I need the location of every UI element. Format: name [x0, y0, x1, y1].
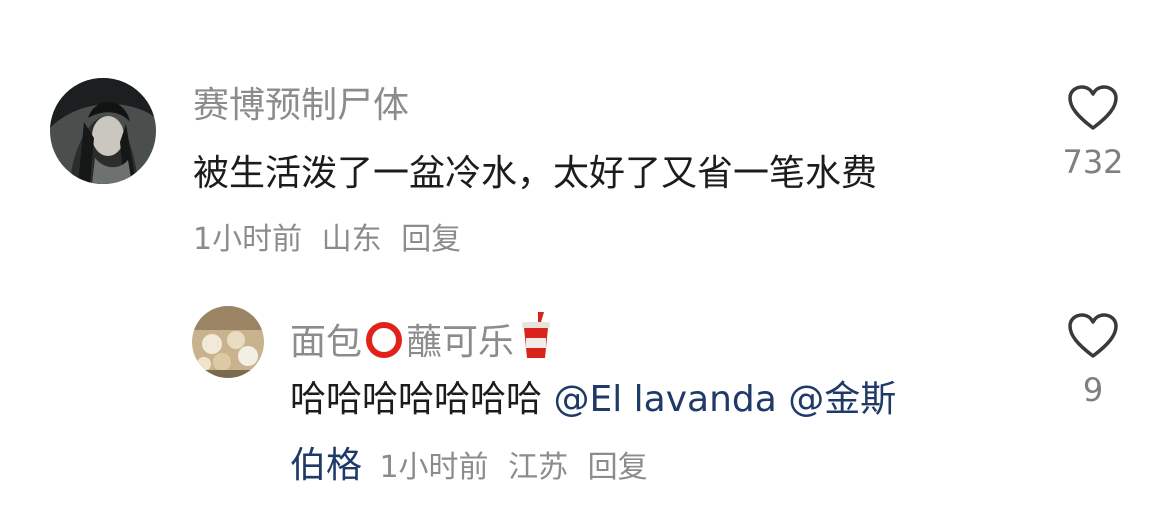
- heart-icon: [1068, 313, 1118, 358]
- reply-time: 1小时前: [379, 450, 489, 485]
- comment-username[interactable]: 赛博预制尸体: [193, 84, 409, 128]
- comment-location: 山东: [321, 222, 382, 257]
- reply-button[interactable]: 回复: [401, 222, 461, 257]
- like-count: 9: [1082, 371, 1104, 409]
- comment-time: 1小时前: [193, 222, 303, 257]
- heart-icon: [1068, 85, 1118, 130]
- avatar[interactable]: [192, 306, 264, 378]
- mention-link[interactable]: @El lavanda: [553, 379, 776, 420]
- reply-username[interactable]: 面包 蘸可乐: [290, 312, 558, 371]
- like-button[interactable]: 9: [1058, 312, 1128, 410]
- reply-text-line1: 哈哈哈哈哈哈哈 @El lavanda @金斯: [290, 378, 896, 422]
- reply-text-line2: 伯格 1小时前 江苏 回复: [290, 444, 658, 488]
- avatar-image: [50, 78, 156, 184]
- reply-text: 哈哈哈哈哈哈哈: [290, 379, 543, 420]
- avatar-image: [192, 306, 264, 378]
- reply-username-part2: 蘸可乐: [406, 322, 515, 363]
- reply-username-part1: 面包: [290, 322, 363, 363]
- reply-meta: 1小时前 江苏 回复: [379, 450, 657, 485]
- like-button[interactable]: 732: [1058, 84, 1128, 182]
- like-count: 732: [1062, 143, 1124, 181]
- comment-text: 被生活泼了一盆冷水，太好了又省一笔水费: [193, 153, 878, 194]
- red-circle-icon: [362, 320, 406, 371]
- reply-button[interactable]: 回复: [588, 450, 648, 485]
- mention-link-continued[interactable]: 伯格: [290, 445, 362, 486]
- comment-section: 赛博预制尸体 被生活泼了一盆冷水，太好了又省一笔水费 1小时前 山东 回复 73…: [0, 0, 1170, 521]
- mention-link[interactable]: @金斯: [788, 379, 896, 420]
- reply-location: 江苏: [508, 450, 569, 485]
- comment-meta: 1小时前 山东 回复: [193, 220, 471, 260]
- avatar[interactable]: [50, 78, 156, 184]
- cup-with-straw-icon: [514, 312, 558, 371]
